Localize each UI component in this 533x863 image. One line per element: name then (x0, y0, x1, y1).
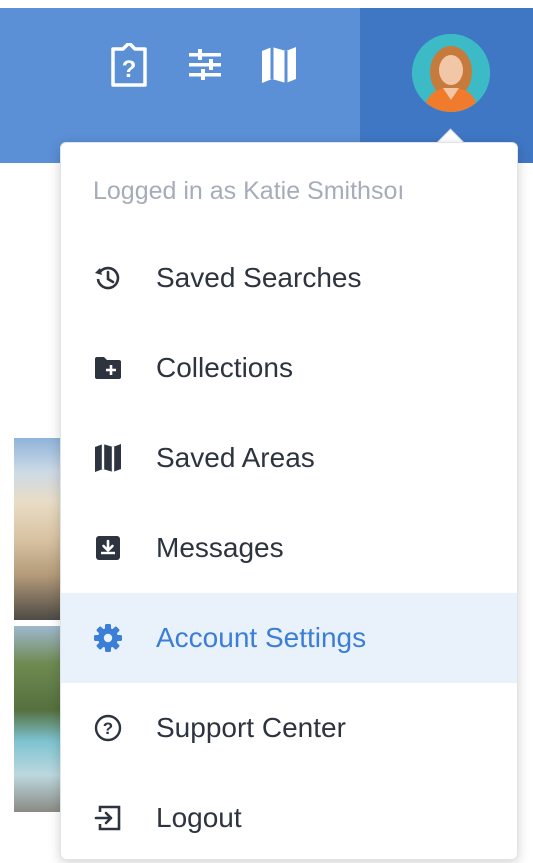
gear-icon (93, 623, 123, 653)
logout-icon (93, 803, 123, 833)
menu-item-logout[interactable]: Logout (61, 773, 517, 863)
svg-text:?: ? (122, 56, 137, 83)
menu-item-label: Account Settings (156, 622, 367, 653)
folder-plus-icon (93, 353, 123, 383)
account-dropdown-menu: Logged in as Katie Smithsoı Saved Search… (60, 142, 518, 860)
map-icon[interactable] (256, 42, 302, 88)
inbox-download-icon (93, 533, 123, 563)
svg-text:?: ? (103, 719, 113, 738)
menu-item-collections[interactable]: Collections (61, 323, 517, 413)
menu-item-saved-searches[interactable]: Saved Searches (61, 233, 517, 323)
menu-item-label: Saved Areas (156, 442, 315, 473)
logged-in-label: Logged in as Katie Smithsoı (93, 177, 405, 205)
question-circle-icon: ? (93, 713, 123, 743)
map-icon (93, 443, 123, 473)
menu-item-account-settings[interactable]: Account Settings (61, 593, 517, 683)
menu-item-label: Support Center (156, 712, 346, 743)
menu-item-label: Saved Searches (156, 262, 362, 293)
menu-item-messages[interactable]: Messages (61, 503, 517, 593)
help-icon[interactable]: ? (106, 42, 152, 88)
menu-item-label: Collections (156, 352, 293, 383)
user-avatar-icon[interactable] (412, 34, 490, 112)
menu-item-label: Messages (156, 532, 284, 563)
menu-item-label: Logout (156, 802, 242, 833)
history-icon (93, 263, 123, 293)
menu-item-support-center[interactable]: ? Support Center (61, 683, 517, 773)
menu-item-saved-areas[interactable]: Saved Areas (61, 413, 517, 503)
sliders-icon[interactable] (182, 42, 228, 88)
